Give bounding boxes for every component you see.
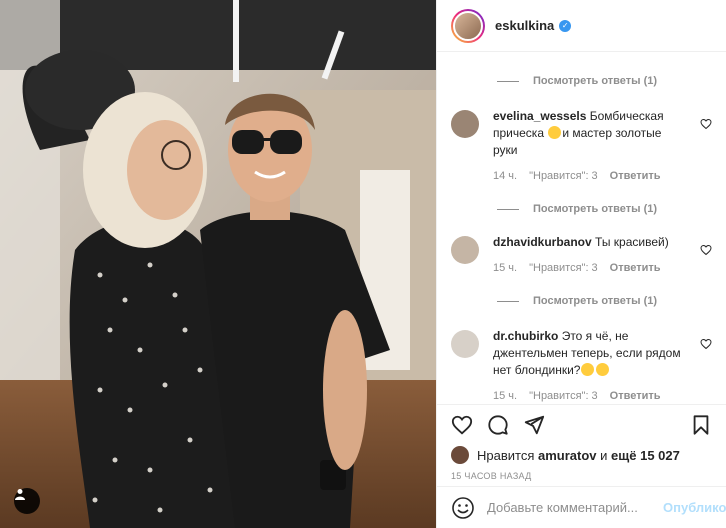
comment-time[interactable]: 15 ч.	[493, 388, 517, 404]
reply-button[interactable]: Ответить	[610, 388, 661, 404]
commenter-username[interactable]: dr.chubirko	[493, 329, 558, 343]
reply-button[interactable]: Ответить	[610, 168, 661, 185]
grinning-sweat-emoji-icon	[596, 363, 610, 376]
view-replies-button[interactable]: Посмотреть ответы (1)	[437, 74, 726, 88]
comment-time[interactable]: 14 ч.	[493, 168, 517, 185]
like-comment-heart-icon[interactable]	[700, 118, 712, 130]
like-comment-heart-icon[interactable]	[700, 244, 712, 256]
post-timestamp[interactable]: 15 ЧАСОВ НАЗАД	[437, 466, 726, 486]
comment-item: evelina_wessels Бомбическая прическа и м…	[437, 108, 726, 185]
comment-item: dzhavidkurbanov Ты красивей) 15 ч. "Нрав…	[437, 234, 726, 277]
view-replies-button[interactable]: Посмотреть ответы (1)	[437, 202, 726, 216]
comment-input[interactable]	[487, 500, 663, 515]
post-header: eskulkina ✓	[437, 0, 726, 52]
likes-connector: и	[600, 447, 608, 463]
instagram-post-modal: eskulkina ✓ Посмотреть ответы (1) evelin…	[0, 0, 726, 528]
photo-illustration	[0, 0, 436, 528]
tagged-people-button[interactable]	[14, 488, 40, 514]
verified-badge-icon: ✓	[559, 19, 572, 32]
save-bookmark-icon[interactable]	[690, 414, 712, 436]
post-photo[interactable]	[0, 0, 436, 528]
comment-text: Ты красивей)	[595, 235, 669, 249]
liker-username[interactable]: amuratov	[538, 448, 597, 463]
likes-summary: Нравится amuratov и ещё 15 027	[437, 444, 726, 466]
commenter-avatar[interactable]	[451, 236, 479, 264]
post-side-panel: eskulkina ✓ Посмотреть ответы (1) evelin…	[436, 0, 726, 528]
emoji-smiley-icon[interactable]	[451, 496, 475, 520]
author-avatar[interactable]	[451, 8, 485, 43]
comment-likes[interactable]: "Нравится": 3	[529, 388, 598, 404]
likes-count-button[interactable]: ещё 15 027	[611, 448, 680, 463]
comments-list[interactable]: Посмотреть ответы (1) evelina_wessels Бо…	[437, 52, 726, 404]
author-username[interactable]: eskulkina	[495, 18, 554, 33]
comment-bubble-icon[interactable]	[487, 414, 509, 436]
like-comment-heart-icon[interactable]	[700, 338, 712, 350]
comment-likes[interactable]: "Нравится": 3	[529, 168, 598, 185]
reply-button[interactable]: Ответить	[610, 260, 661, 277]
commenter-avatar[interactable]	[451, 110, 479, 138]
like-heart-icon[interactable]	[451, 414, 473, 436]
post-actions-bar	[437, 404, 726, 444]
person-icon	[15, 489, 25, 500]
publish-button[interactable]: Опубликовать	[663, 500, 726, 515]
comment-likes[interactable]: "Нравится": 3	[529, 260, 598, 277]
commenter-avatar[interactable]	[451, 330, 479, 358]
comment-item: dr.chubirko Это я чё, не джентельмен теп…	[437, 328, 726, 404]
heart-eyes-emoji-icon	[548, 126, 562, 139]
comment-time[interactable]: 15 ч.	[493, 260, 517, 277]
add-comment-bar: Опубликовать	[437, 486, 726, 528]
crying-emoji-icon	[581, 363, 595, 376]
liker-avatar[interactable]	[451, 446, 469, 464]
view-replies-button[interactable]: Посмотреть ответы (1)	[437, 294, 726, 308]
likes-prefix: Нравится	[477, 447, 535, 463]
share-paper-plane-icon[interactable]	[523, 414, 545, 436]
commenter-username[interactable]: evelina_wessels	[493, 109, 586, 123]
commenter-username[interactable]: dzhavidkurbanov	[493, 235, 592, 249]
